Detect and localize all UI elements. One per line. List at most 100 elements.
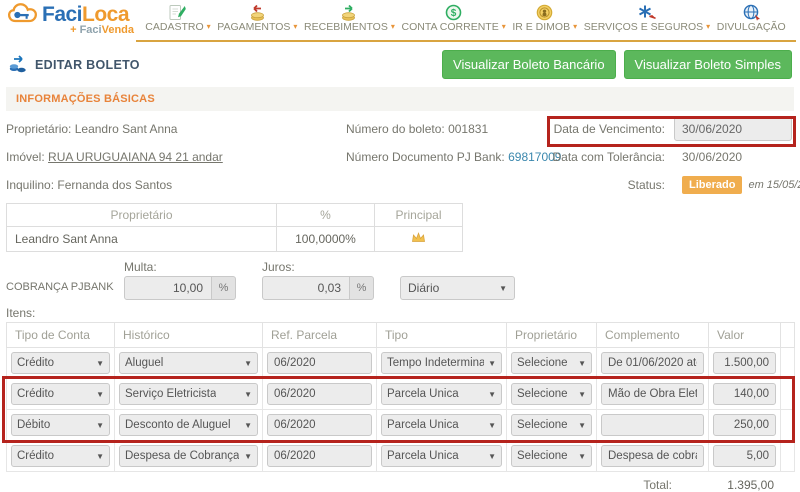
chevron-down-icon: ▾: [207, 23, 211, 31]
tipo-conta-select[interactable]: Crédito▼: [11, 445, 110, 467]
nav-item-ir-dimob[interactable]: IR E DIMOB▾: [512, 3, 577, 36]
brand-logo[interactable]: FaciLoca + FaciVenda: [8, 0, 136, 42]
status-date: em 15/05/2020: [748, 179, 800, 191]
chevron-down-icon: ▼: [578, 421, 586, 430]
nav-label: CONTA CORRENTE: [401, 22, 498, 33]
table-row: Crédito▼ Despesa de Cobrança▼ Parcela Ún…: [7, 441, 795, 472]
proprietario-select[interactable]: Selecione▼: [511, 352, 592, 374]
proprietario-value: Leandro Sant Anna: [75, 122, 178, 136]
nav-label: SERVIÇOS E SEGUROS: [584, 22, 703, 33]
historico-select[interactable]: Serviço Eletricista▼: [119, 383, 258, 405]
itens-header-empty: [781, 323, 795, 348]
ref-parcela-input[interactable]: [267, 383, 372, 405]
proprietario-select[interactable]: Selecione ▼: [511, 414, 592, 436]
chevron-down-icon: ▼: [96, 452, 104, 461]
valor-input[interactable]: [713, 383, 776, 405]
tipo-conta-select[interactable]: Crédito▼: [11, 352, 110, 374]
status-label: Status:: [551, 178, 665, 192]
owner-percent: 100,0000%: [277, 227, 375, 252]
select-value: Serviço Eletricista: [125, 388, 216, 400]
select-value: Parcela Única: [387, 419, 459, 431]
select-value: Tempo Indeterminado (: [387, 357, 484, 369]
periodo-select[interactable]: Diário ▼: [400, 276, 515, 300]
complemento-input[interactable]: [601, 383, 704, 405]
nav-item-conta-corrente[interactable]: $ CONTA CORRENTE▾: [401, 3, 505, 36]
total-label: Total:: [643, 478, 672, 492]
nav-item-pagamentos[interactable]: PAGAMENTOS▾: [217, 3, 297, 36]
chevron-down-icon: ▼: [96, 421, 104, 430]
tipo-conta-select[interactable]: Débito ▼: [11, 414, 110, 436]
total-value: 1.395,00: [702, 478, 780, 492]
title-row: EDITAR BOLETO Visualizar Boleto Bancário…: [8, 50, 792, 79]
vencimento-input[interactable]: [674, 117, 792, 141]
select-value: Aluguel: [125, 357, 163, 369]
percent-addon: %: [212, 276, 236, 300]
cloud-key-icon: [8, 2, 40, 28]
historico-select[interactable]: Desconto de Aluguel▼: [119, 414, 258, 436]
tipo-select[interactable]: Parcela Única▼: [381, 445, 502, 467]
chevron-down-icon: ▾: [706, 23, 710, 31]
chevron-down-icon: ▼: [578, 359, 586, 368]
nav-label: PAGAMENTOS: [217, 22, 290, 33]
page-title-text: EDITAR BOLETO: [35, 58, 140, 72]
itens-header-ref-parcela: Ref. Parcela: [263, 323, 377, 348]
select-value: Diário: [408, 281, 439, 295]
section-informacoes-basicas: INFORMAÇÕES BÁSICAS: [6, 87, 794, 111]
imovel-link[interactable]: RUA URUGUAIANA 94 21 andar: [48, 150, 223, 164]
chevron-down-icon: ▼: [488, 390, 496, 399]
ref-parcela-input[interactable]: [267, 445, 372, 467]
nav-item-divulgacao[interactable]: DIVULGAÇÃO: [717, 3, 789, 36]
juros-label: Juros:: [262, 260, 374, 274]
visualizar-boleto-bancario-button[interactable]: Visualizar Boleto Bancário: [442, 50, 616, 79]
select-value: Crédito: [17, 388, 54, 400]
chevron-down-icon: ▾: [391, 23, 395, 31]
chevron-down-icon: ▾: [293, 23, 297, 31]
select-value: Parcela Única: [387, 388, 459, 400]
cobranca-label: COBRANÇA PJBANK: [6, 281, 124, 300]
valor-input[interactable]: [713, 352, 776, 374]
select-value: Débito: [17, 419, 50, 431]
chevron-down-icon: ▼: [488, 421, 496, 430]
nav-item-servicos-seguros[interactable]: SERVIÇOS E SEGUROS▾: [584, 3, 710, 36]
itens-table: Tipo de Conta Histórico Ref. Parcela Tip…: [6, 322, 795, 472]
valor-input[interactable]: [713, 414, 776, 436]
imovel-label: Imóvel:: [6, 150, 45, 164]
table-row: Débito ▼ Desconto de Aluguel▼ Parcela Úni…: [7, 410, 795, 441]
complemento-input[interactable]: [601, 414, 704, 436]
historico-select[interactable]: Despesa de Cobrança▼: [119, 445, 258, 467]
vencimento-label: Data de Vencimento:: [551, 122, 665, 136]
numero-boleto-label: Número do boleto: 001831: [346, 122, 488, 136]
ref-parcela-input[interactable]: [267, 414, 372, 436]
historico-select[interactable]: Aluguel▼: [119, 352, 258, 374]
tipo-select[interactable]: Parcela Única ▼: [381, 383, 502, 405]
complemento-input[interactable]: [601, 352, 704, 374]
crown-icon[interactable]: [375, 227, 463, 252]
multa-input[interactable]: [124, 276, 212, 300]
nav-item-cadastro[interactable]: CADASTRO▾: [145, 3, 210, 36]
svg-text:$: $: [451, 8, 457, 19]
percent-addon: %: [350, 276, 374, 300]
select-value: Selecione: [517, 450, 568, 462]
chevron-down-icon: ▾: [573, 23, 577, 31]
nav-item-recebimentos[interactable]: RECEBIMENTOS▾: [304, 3, 395, 36]
select-value: Selecione: [517, 419, 568, 431]
tipo-conta-select[interactable]: Crédito▼: [11, 383, 110, 405]
inquilino-value: Fernanda dos Santos: [57, 178, 172, 192]
arrow-left-coins-icon: [247, 3, 267, 22]
juros-input[interactable]: [262, 276, 350, 300]
proprietario-label: Proprietário: Leandro Sant Anna: [6, 122, 177, 136]
lion-badge-icon: [536, 3, 553, 22]
complemento-input[interactable]: [601, 445, 704, 467]
valor-input[interactable]: [713, 445, 776, 467]
tipo-select[interactable]: Tempo Indeterminado ( ▼: [381, 352, 502, 374]
chevron-down-icon: ▼: [488, 359, 496, 368]
app-header: FaciLoca + FaciVenda CADASTRO▾ PAGAMENTO…: [0, 0, 800, 42]
ref-parcela-input[interactable]: [267, 352, 372, 374]
visualizar-boleto-simples-button[interactable]: Visualizar Boleto Simples: [624, 50, 792, 79]
proprietario-select[interactable]: Selecione▼: [511, 383, 592, 405]
tipo-select[interactable]: Parcela Única ▼: [381, 414, 502, 436]
boleto-icon: [8, 54, 28, 76]
proprietario-select[interactable]: Selecione▼: [511, 445, 592, 467]
itens-header-tipo-conta: Tipo de Conta: [7, 323, 115, 348]
owners-header-principal: Principal: [375, 204, 463, 227]
